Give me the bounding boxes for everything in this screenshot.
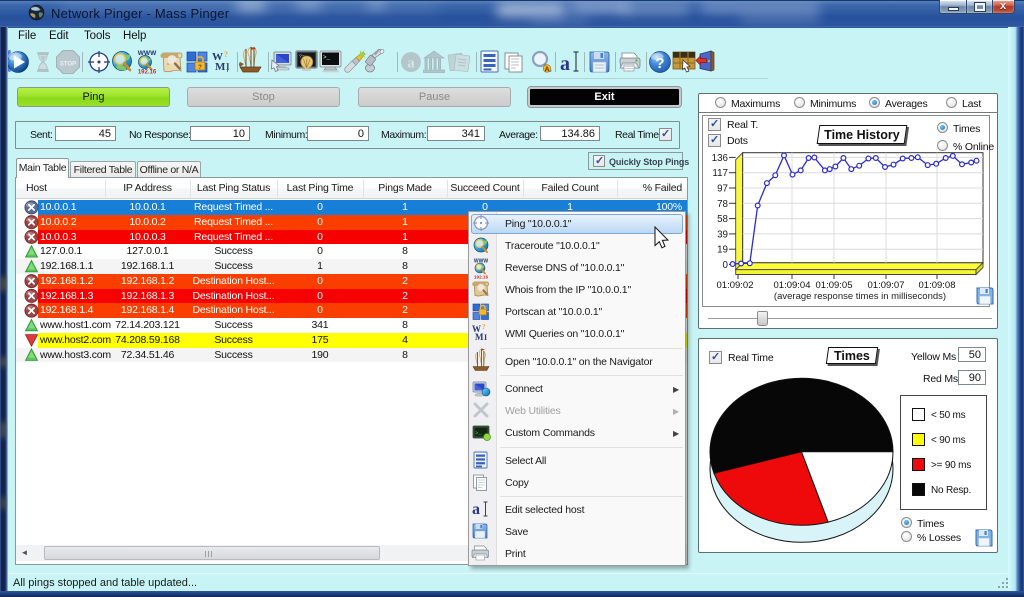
svg-text:01:09:08: 01:09:08	[919, 280, 956, 291]
svg-text:0: 0	[723, 260, 729, 271]
svg-text:(average response times in mil: (average response times in milliseconds)	[774, 291, 946, 302]
svg-text:I: I	[484, 333, 487, 342]
svg-text:136: 136	[712, 153, 729, 164]
svg-text:a: a	[472, 501, 480, 518]
svg-text:M: M	[475, 332, 484, 342]
svg-text:192.16: 192.16	[474, 275, 488, 280]
svg-text:78: 78	[717, 199, 728, 210]
svg-text:117: 117	[712, 168, 728, 179]
svg-text:97: 97	[717, 184, 728, 195]
svg-text:01:09:04: 01:09:04	[774, 280, 811, 291]
svg-text:?: ?	[482, 323, 486, 331]
svg-text:19: 19	[717, 245, 728, 256]
svg-text:39: 39	[717, 229, 728, 240]
svg-text:01:09:05: 01:09:05	[816, 280, 853, 291]
svg-text:01:09:07: 01:09:07	[868, 280, 905, 291]
svg-text:01:09:02: 01:09:02	[717, 280, 754, 291]
svg-text:58: 58	[717, 214, 728, 225]
svg-text:>_: >_	[475, 430, 482, 437]
